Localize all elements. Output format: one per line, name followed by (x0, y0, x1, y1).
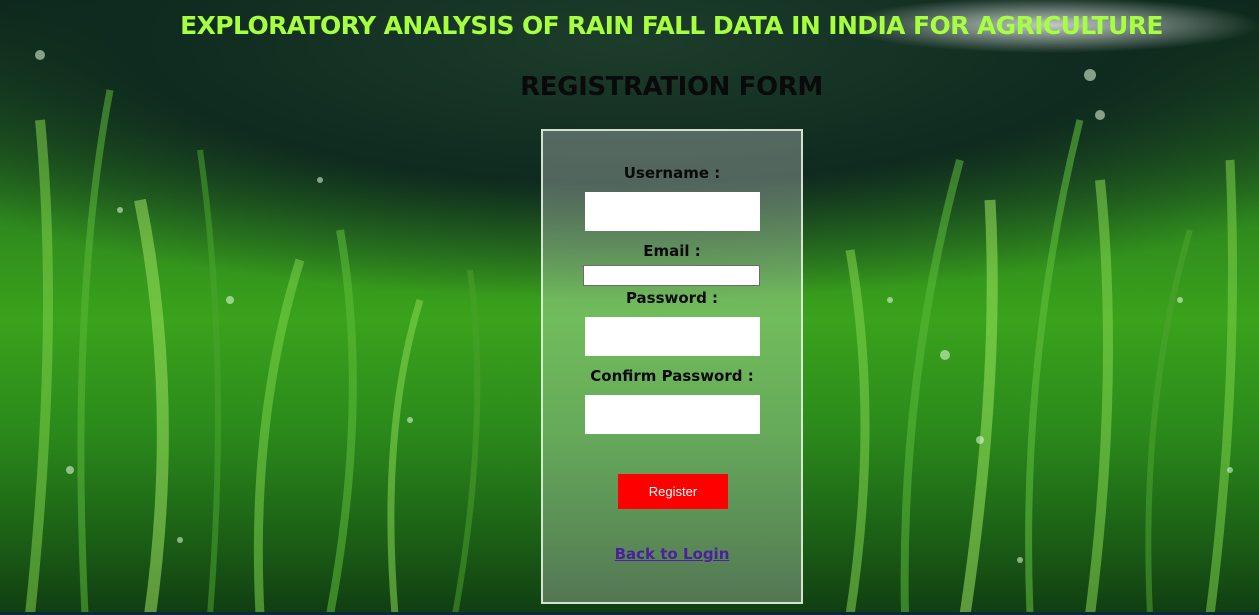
registration-form: Username : Email : Password : Confirm Pa… (541, 129, 803, 604)
form-title: REGISTRATION FORM (520, 72, 823, 102)
register-button[interactable]: Register (618, 474, 728, 509)
confirm-password-input[interactable] (585, 395, 760, 434)
email-label: Email : (643, 242, 701, 260)
confirm-password-label: Confirm Password : (590, 367, 754, 385)
email-input[interactable] (583, 265, 760, 286)
password-input[interactable] (585, 317, 760, 356)
username-label: Username : (623, 164, 721, 182)
back-to-login-link[interactable]: Back to Login (543, 545, 801, 563)
username-input[interactable] (585, 192, 760, 231)
password-label: Password : (625, 289, 719, 307)
page: EXPLORATORY ANALYSIS OF RAIN FALL DATA I… (0, 0, 1259, 615)
app-title: EXPLORATORY ANALYSIS OF RAIN FALL DATA I… (180, 11, 1163, 40)
